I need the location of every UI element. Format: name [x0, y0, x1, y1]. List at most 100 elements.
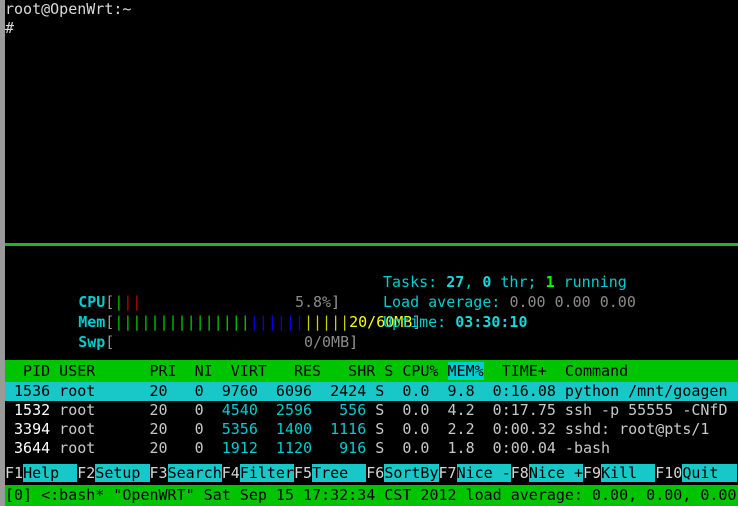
meter-bar-empty: [141, 293, 295, 311]
process-shr: 556: [312, 401, 367, 419]
fkey-number-f6[interactable]: F6: [366, 464, 385, 482]
process-user: root: [50, 401, 141, 419]
process-res: 1120: [257, 439, 313, 457]
meter-bar-segment: |: [331, 313, 341, 331]
cpu-bar-track: |||: [114, 293, 295, 311]
process-cpu-percent: 0.0: [384, 382, 430, 400]
process-mem-percent: 1.8: [429, 439, 475, 457]
process-state: S: [366, 382, 385, 400]
fkey-action-nice-[interactable]: Nice +: [528, 464, 583, 482]
fkey-action-help[interactable]: Help: [23, 464, 78, 482]
cpu-bracket-open: [: [105, 293, 115, 311]
terminal-screen: root@OpenWrt:~ # CPU[||| 5.8%] Mem[|||||…: [0, 0, 738, 506]
meter-bar-segment: |: [159, 313, 169, 331]
fkey-action-kill[interactable]: Kill: [601, 464, 656, 482]
fkey-number-f10[interactable]: F10: [655, 464, 683, 482]
meter-bar-segment: |: [231, 313, 241, 331]
process-row[interactable]: 3394 root 20 0 5356 1400 1116 S 0.0 2.2 …: [5, 420, 738, 439]
fkey-number-f9[interactable]: F9: [583, 464, 602, 482]
process-user: root: [50, 439, 141, 457]
process-rows[interactable]: 1536 root 20 0 9760 6096 2424 S 0.0 9.8 …: [5, 382, 738, 458]
load-average-values: 0.00 0.00 0.00: [509, 293, 636, 311]
meter-bar-segment: |: [313, 313, 323, 331]
swap-bracket-open: [: [105, 333, 115, 351]
screen-status-bar: [0] <:bash* "OpenWRT" Sat Sep 15 17:32:3…: [5, 485, 738, 506]
process-state: S: [366, 439, 385, 457]
fkey-action-filter[interactable]: Filter: [239, 464, 294, 482]
fkey-action-search[interactable]: Search: [167, 464, 222, 482]
process-row[interactable]: 3644 root 20 0 1912 1120 916 S 0.0 1.8 0…: [5, 439, 738, 458]
process-virt: 1912: [203, 439, 258, 457]
fkey-action-sortby[interactable]: SortBy: [384, 464, 439, 482]
fkey-number-f3[interactable]: F3: [149, 464, 168, 482]
process-res: 6096: [257, 382, 313, 400]
process-table[interactable]: PID USER PRI NI VIRT RES SHR S CPU% MEM%…: [5, 360, 738, 458]
process-command: python /mnt/goagen: [555, 382, 728, 400]
process-pid: 3644: [5, 439, 51, 457]
shell-prompt-line: root@OpenWrt:~: [5, 0, 132, 18]
process-mem-percent: 2.2: [429, 420, 475, 438]
running-label: running: [554, 273, 627, 291]
process-shr: 1116: [312, 420, 367, 438]
uptime-label: Uptime:: [383, 313, 456, 331]
process-priority: 20: [140, 382, 168, 400]
fkey-action-nice-[interactable]: Nice -: [456, 464, 511, 482]
process-mem-percent: 9.8: [429, 382, 475, 400]
shell-scrollback: root@OpenWrt:~ #: [5, 0, 131, 38]
header-sort-column-mem[interactable]: MEM%: [447, 362, 484, 380]
fkey-number-f5[interactable]: F5: [294, 464, 313, 482]
fkey-number-f8[interactable]: F8: [510, 464, 529, 482]
meter-bar-segment: |: [186, 313, 196, 331]
meter-bar-segment: |: [222, 313, 232, 331]
load-average-label: Load average:: [383, 293, 510, 311]
meter-bar-segment: |: [276, 313, 286, 331]
meter-bar-segment: |: [213, 313, 223, 331]
process-row[interactable]: 1532 root 20 0 4540 2596 556 S 0.0 4.2 0…: [5, 401, 738, 420]
function-key-bar[interactable]: F1Help F2Setup F3SearchF4FilterF5Tree F6…: [5, 462, 738, 484]
process-time: 0:16.08: [474, 382, 556, 400]
meter-bar-segment: |: [168, 313, 178, 331]
process-mem-percent: 4.2: [429, 401, 475, 419]
swap-bracket-close: ]: [349, 333, 359, 351]
meter-bar-segment: |: [114, 293, 124, 311]
process-user: root: [50, 382, 141, 400]
process-command: -bash: [555, 439, 611, 457]
fkey-number-f1[interactable]: F1: [5, 464, 24, 482]
process-nice: 0: [167, 439, 204, 457]
process-row[interactable]: 1536 root 20 0 9760 6096 2424 S 0.0 9.8 …: [5, 382, 738, 401]
fkey-number-f7[interactable]: F7: [438, 464, 457, 482]
process-cpu-percent: 0.0: [384, 439, 430, 457]
process-command: ssh -p 55555 -CNfD: [555, 401, 728, 419]
meter-bar-segment: |: [240, 313, 250, 331]
uptime-line: Uptime: 03:30:10: [383, 312, 636, 332]
process-priority: 20: [140, 420, 168, 438]
status-bar-text: [0] <:bash* "OpenWRT" Sat Sep 15 17:32:3…: [5, 486, 737, 504]
fkey-number-f4[interactable]: F4: [221, 464, 240, 482]
cpu-usage-value: 5.8%: [294, 293, 332, 311]
meter-bar-segment: |: [195, 313, 205, 331]
process-nice: 0: [167, 401, 204, 419]
process-user: root: [50, 420, 141, 438]
mem-bar-track: ||||||||||||||||||||||||||: [114, 313, 349, 331]
process-virt: 5356: [203, 420, 258, 438]
process-time: 0:00.32: [474, 420, 556, 438]
fkey-action-setup[interactable]: Setup: [95, 464, 150, 482]
meter-bar-segment: |: [267, 313, 277, 331]
process-table-header[interactable]: PID USER PRI NI VIRT RES SHR S CPU% MEM%…: [5, 360, 738, 382]
meter-bar-segment: |: [340, 313, 350, 331]
fkey-number-f2[interactable]: F2: [77, 464, 96, 482]
fkey-action-tree[interactable]: Tree: [312, 464, 367, 482]
tasks-separator: ,: [464, 273, 483, 291]
process-virt: 4540: [203, 401, 258, 419]
fkey-action-quit[interactable]: Quit: [682, 464, 737, 482]
system-info-panel: Tasks: 27, 0 thr; 1 running Load average…: [383, 272, 636, 332]
process-res: 1400: [257, 420, 313, 438]
process-time: 0:17.75: [474, 401, 556, 419]
process-priority: 20: [140, 439, 168, 457]
meter-bar-segment: |: [177, 313, 187, 331]
cpu-meter-label: CPU: [78, 293, 106, 311]
process-cpu-percent: 0.0: [384, 420, 430, 438]
meter-bar-segment: |: [258, 313, 268, 331]
meter-bar-segment: |: [204, 313, 214, 331]
meter-bar-segment: |: [303, 313, 313, 331]
